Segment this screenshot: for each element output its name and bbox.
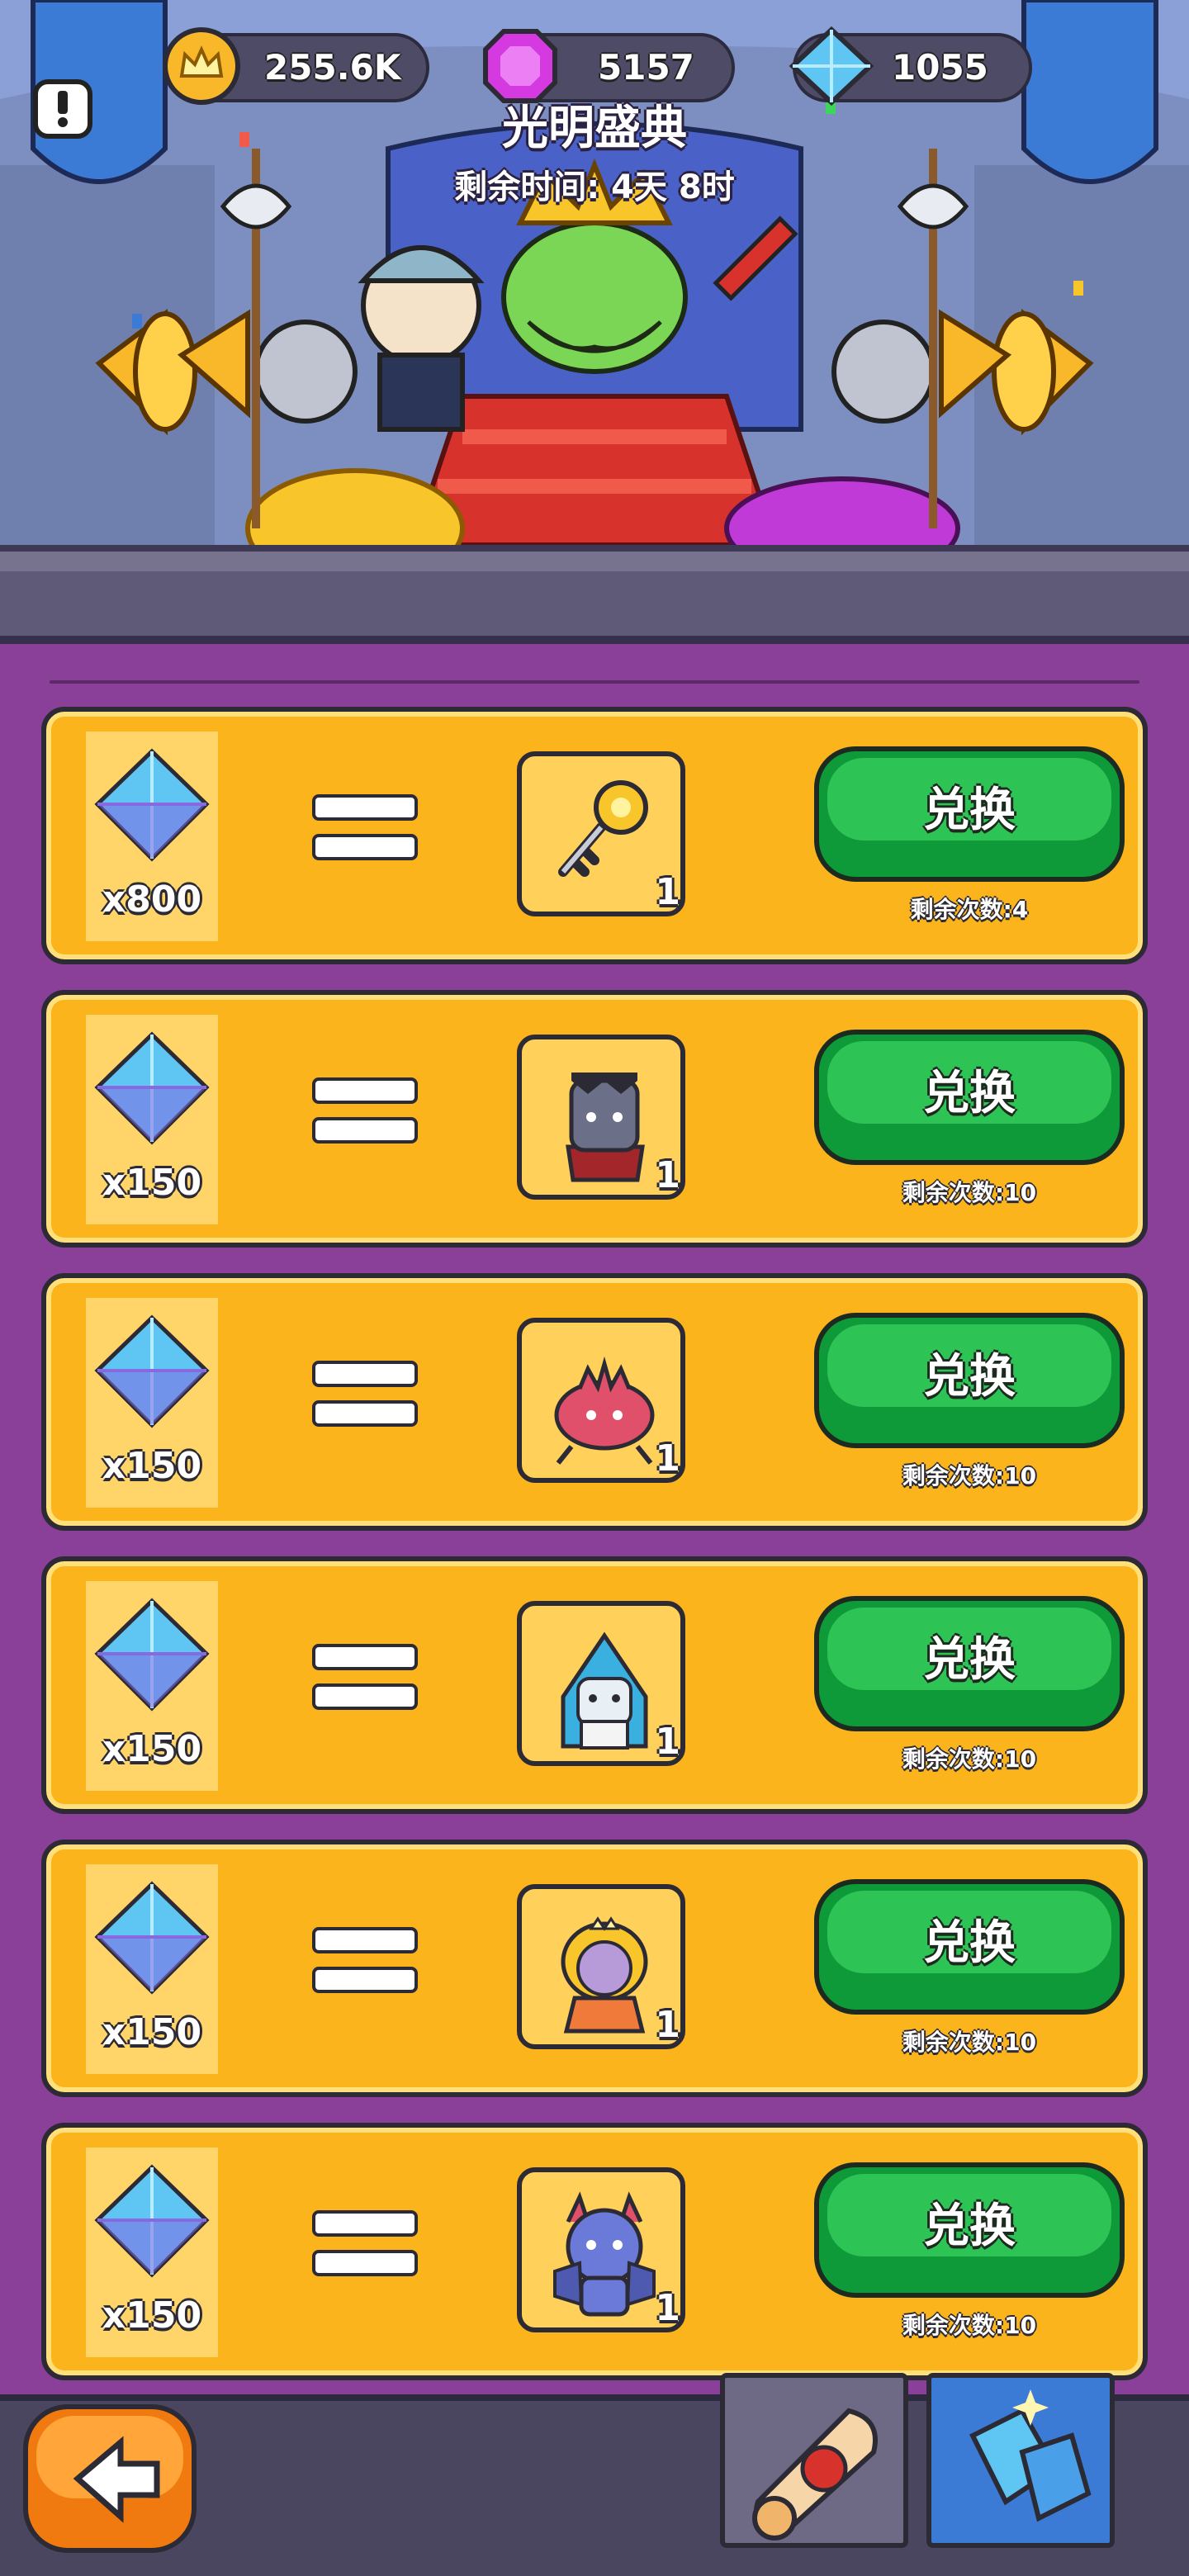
exchange-button-label: 兑换 — [923, 1916, 1016, 1970]
exchange-button-label: 兑换 — [923, 1067, 1016, 1120]
cost-box: x150 — [86, 1015, 218, 1224]
reward-slot[interactable]: 1 — [517, 1601, 685, 1766]
blue-diamond-icon — [94, 748, 210, 862]
coin-amount: 255.6K — [264, 47, 401, 88]
event-title: 光明盛典 — [502, 102, 687, 155]
equals-sign — [312, 2207, 418, 2281]
reward-slot[interactable]: 1 — [517, 2167, 685, 2332]
cost-box: x150 — [86, 1581, 218, 1791]
reward-slot[interactable]: 1 — [517, 1035, 685, 1200]
cost-box: x150 — [86, 1864, 218, 2074]
reward-slot[interactable]: 1 — [517, 1318, 685, 1483]
exchange-row: x150 1 兑换 剩余次数:10 — [41, 1840, 1148, 2097]
remaining-count: 剩余次数:4 — [910, 896, 1029, 923]
cost-box: x800 — [86, 732, 218, 941]
blue-diamond-icon — [94, 2164, 210, 2278]
cost-amount: x150 — [102, 1445, 202, 1487]
equals-sign — [312, 1074, 418, 1148]
cost-amount: x150 — [102, 2011, 202, 2053]
reward-slot[interactable]: 1 — [517, 1884, 685, 2049]
reward-count: 1 — [655, 1154, 680, 1196]
tab-scroll[interactable] — [720, 2373, 908, 2548]
exchange-button[interactable]: 兑换 — [814, 2162, 1125, 2298]
exchange-button-label: 兑换 — [923, 2200, 1016, 2253]
equals-sign — [312, 1924, 418, 1998]
back-arrow-icon — [73, 2436, 160, 2523]
remaining-count: 剩余次数:10 — [902, 2312, 1037, 2339]
exchange-row: x150 1 兑换 剩余次数:10 — [41, 990, 1148, 1248]
exchange-button[interactable]: 兑换 — [814, 1879, 1125, 2015]
exchange-button-label: 兑换 — [923, 784, 1016, 837]
reward-count: 1 — [655, 2287, 680, 2329]
equals-sign — [312, 791, 418, 865]
equals-sign — [312, 1641, 418, 1715]
exchange-row: x150 1 兑换 剩余次数:10 — [41, 1273, 1148, 1531]
remaining-count: 剩余次数:10 — [902, 1462, 1037, 1489]
exchange-row: x800 1 兑换 剩余次数:4 — [41, 707, 1148, 964]
exchange-button-label: 兑换 — [923, 1633, 1016, 1687]
cost-amount: x150 — [102, 1728, 202, 1770]
reward-slot[interactable]: 1 — [517, 751, 685, 916]
exchange-button[interactable]: 兑换 — [814, 746, 1125, 882]
reward-count: 1 — [655, 871, 680, 913]
exchange-button[interactable]: 兑换 — [814, 1313, 1125, 1448]
cost-amount: x150 — [102, 1162, 202, 1204]
stone-shelf — [0, 545, 1189, 644]
blue-diamond-icon — [94, 1881, 210, 1995]
cost-box: x150 — [86, 2147, 218, 2357]
exchange-button[interactable]: 兑换 — [814, 1030, 1125, 1165]
cost-box: x150 — [86, 1298, 218, 1508]
diamonds-icon — [969, 2389, 1092, 2522]
back-button[interactable] — [23, 2404, 197, 2553]
scroll-icon — [752, 2408, 878, 2540]
reward-count: 1 — [655, 1721, 680, 1763]
remaining-count: 剩余次数:10 — [902, 1745, 1037, 1773]
remaining-count: 剩余次数:10 — [902, 1179, 1037, 1206]
blue-diamond-icon — [94, 1314, 210, 1428]
exchange-button-label: 兑换 — [923, 1350, 1016, 1404]
exchange-row: x150 1 兑换 剩余次数:10 — [41, 2123, 1148, 2380]
exchange-row: x150 1 兑换 剩余次数:10 — [41, 1556, 1148, 1814]
exchange-button[interactable]: 兑换 — [814, 1596, 1125, 1731]
remaining-count: 剩余次数:10 — [902, 2029, 1037, 2056]
cost-amount: x150 — [102, 2294, 202, 2337]
diamond-amount: 1055 — [892, 47, 988, 88]
reward-count: 1 — [655, 2004, 680, 2046]
blue-diamond-icon — [94, 1598, 210, 1712]
purple-gem-amount: 5157 — [598, 47, 694, 88]
reward-count: 1 — [655, 1437, 680, 1480]
equals-sign — [312, 1357, 418, 1432]
blue-diamond-icon — [94, 1031, 210, 1145]
tab-diamonds[interactable] — [926, 2373, 1115, 2548]
event-countdown: 剩余时间: 4天 8时 — [454, 168, 735, 206]
cost-amount: x800 — [102, 878, 202, 921]
